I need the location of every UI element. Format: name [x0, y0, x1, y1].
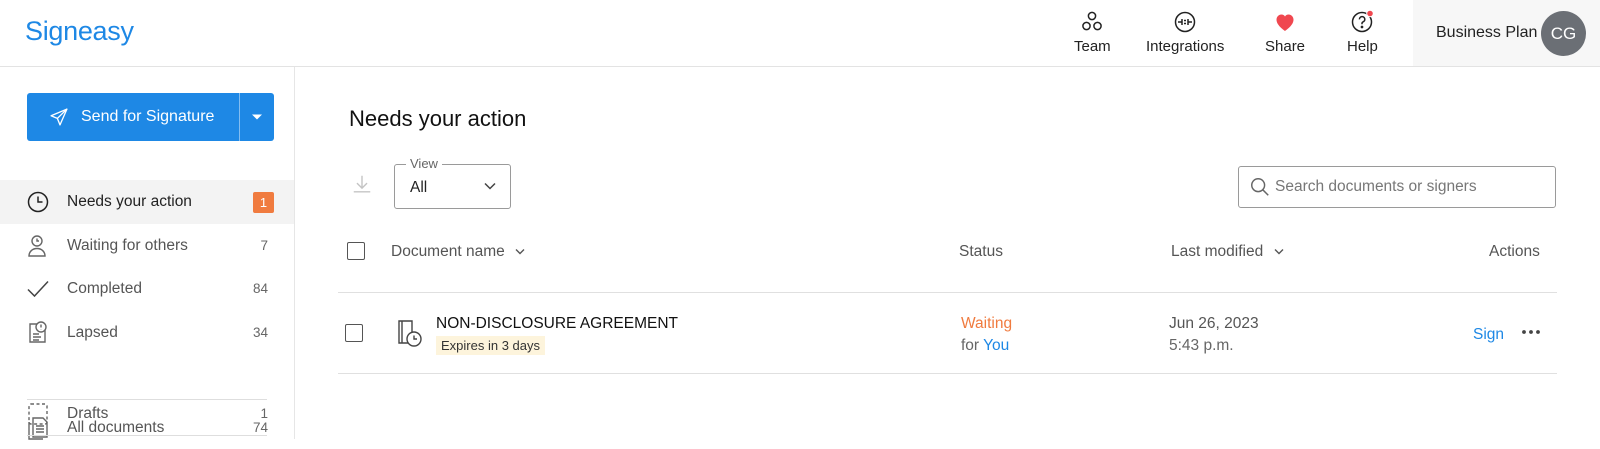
lapsed-document-icon	[29, 321, 47, 343]
team-icon	[1082, 11, 1103, 31]
sidebar-item-lapsed[interactable]: Lapsed 34	[0, 311, 294, 355]
main-content: Needs your action View All Document name…	[296, 67, 1600, 439]
nav-integrations-label: Integrations	[1146, 38, 1225, 55]
draft-icon	[28, 403, 48, 425]
nav-team-label: Team	[1074, 38, 1111, 55]
avatar[interactable]: CG	[1541, 11, 1586, 56]
send-options-dropdown[interactable]	[240, 93, 274, 141]
sidebar-item-completed[interactable]: Completed 84	[0, 267, 294, 311]
download-icon[interactable]	[351, 173, 373, 195]
sidebar-divider	[27, 435, 267, 436]
status-detail: for You	[961, 337, 1009, 355]
page-title: Needs your action	[349, 106, 527, 131]
view-select[interactable]: View All	[394, 156, 511, 209]
account-area[interactable]: Business Plan CG	[1413, 0, 1600, 66]
item-count: 7	[260, 238, 268, 253]
sidebar-item-label: Lapsed	[67, 324, 118, 341]
column-header-document-name[interactable]: Document name	[391, 243, 525, 261]
table-divider	[338, 292, 1557, 293]
send-icon	[50, 108, 68, 126]
heart-icon	[1276, 14, 1294, 31]
nav-help-label: Help	[1347, 38, 1378, 55]
row-checkbox[interactable]	[345, 324, 363, 342]
chevron-down-icon	[1274, 249, 1284, 255]
view-select-label: View	[406, 156, 442, 171]
search-input[interactable]	[1275, 168, 1545, 206]
status-who: You	[983, 337, 1010, 354]
plan-label: Business Plan	[1436, 24, 1538, 41]
table-divider	[338, 373, 1557, 374]
checkmark-icon	[27, 280, 49, 298]
column-header-last-modified[interactable]: Last modified	[1171, 243, 1284, 261]
nav-share[interactable]: Share	[1265, 10, 1305, 55]
expiry-tag: Expires in 3 days	[436, 336, 545, 355]
chevron-down-icon	[515, 249, 525, 255]
document-name-link[interactable]: NON-DISCLOSURE AGREEMENT	[436, 315, 678, 333]
item-count: 34	[252, 325, 268, 340]
column-header-actions: Actions	[1489, 243, 1540, 260]
send-for-signature-label: Send for Signature	[81, 108, 215, 125]
person-clock-icon	[28, 235, 46, 257]
status-for: for	[961, 337, 980, 354]
document-clock-icon	[398, 320, 422, 347]
sidebar: Send for Signature Needs your action 1 W…	[0, 67, 295, 440]
clock-icon	[27, 191, 49, 213]
sidebar-item-label: Drafts	[67, 405, 109, 422]
send-for-signature-split-button: Send for Signature	[27, 93, 274, 141]
nav-integrations[interactable]: Integrations	[1146, 10, 1224, 55]
nav-share-label: Share	[1265, 38, 1306, 55]
count-badge: 1	[253, 192, 274, 213]
search-icon	[1251, 178, 1269, 196]
help-icon	[1352, 10, 1375, 33]
sidebar-item-label: Needs your action	[67, 193, 192, 210]
modified-date: Jun 26, 2023	[1169, 315, 1259, 332]
select-all-checkbox[interactable]	[347, 242, 365, 260]
integrations-icon	[1174, 11, 1196, 33]
modified-time: 5:43 p.m.	[1169, 337, 1234, 354]
sign-button[interactable]: Sign	[1473, 326, 1504, 344]
sidebar-item-label: Waiting for others	[67, 237, 188, 254]
logo[interactable]: Signeasy	[25, 16, 134, 47]
more-options-icon[interactable]	[1518, 322, 1544, 342]
caret-down-icon	[252, 114, 262, 120]
search-box	[1238, 166, 1556, 208]
column-header-status: Status	[959, 243, 1003, 260]
send-for-signature-button[interactable]: Send for Signature	[27, 93, 239, 141]
view-select-value: All	[410, 179, 428, 196]
sidebar-item-drafts[interactable]: Drafts 1	[0, 392, 294, 436]
status-text: Waiting	[961, 315, 1013, 332]
column-header-label: Document name	[391, 243, 505, 260]
item-count: 1	[260, 406, 268, 421]
sidebar-item-waiting-for-others[interactable]: Waiting for others 7	[0, 224, 294, 268]
item-count: 84	[252, 281, 268, 296]
chevron-down-icon	[484, 182, 496, 190]
column-header-label: Last modified	[1171, 243, 1264, 260]
nav-team[interactable]: Team	[1074, 10, 1111, 55]
sidebar-item-needs-your-action[interactable]: Needs your action 1	[0, 180, 294, 224]
top-bar: Signeasy Team Integrations Share Help Bu…	[0, 0, 1600, 67]
nav-help[interactable]: Help	[1347, 10, 1378, 55]
sidebar-item-label: Completed	[67, 280, 142, 297]
